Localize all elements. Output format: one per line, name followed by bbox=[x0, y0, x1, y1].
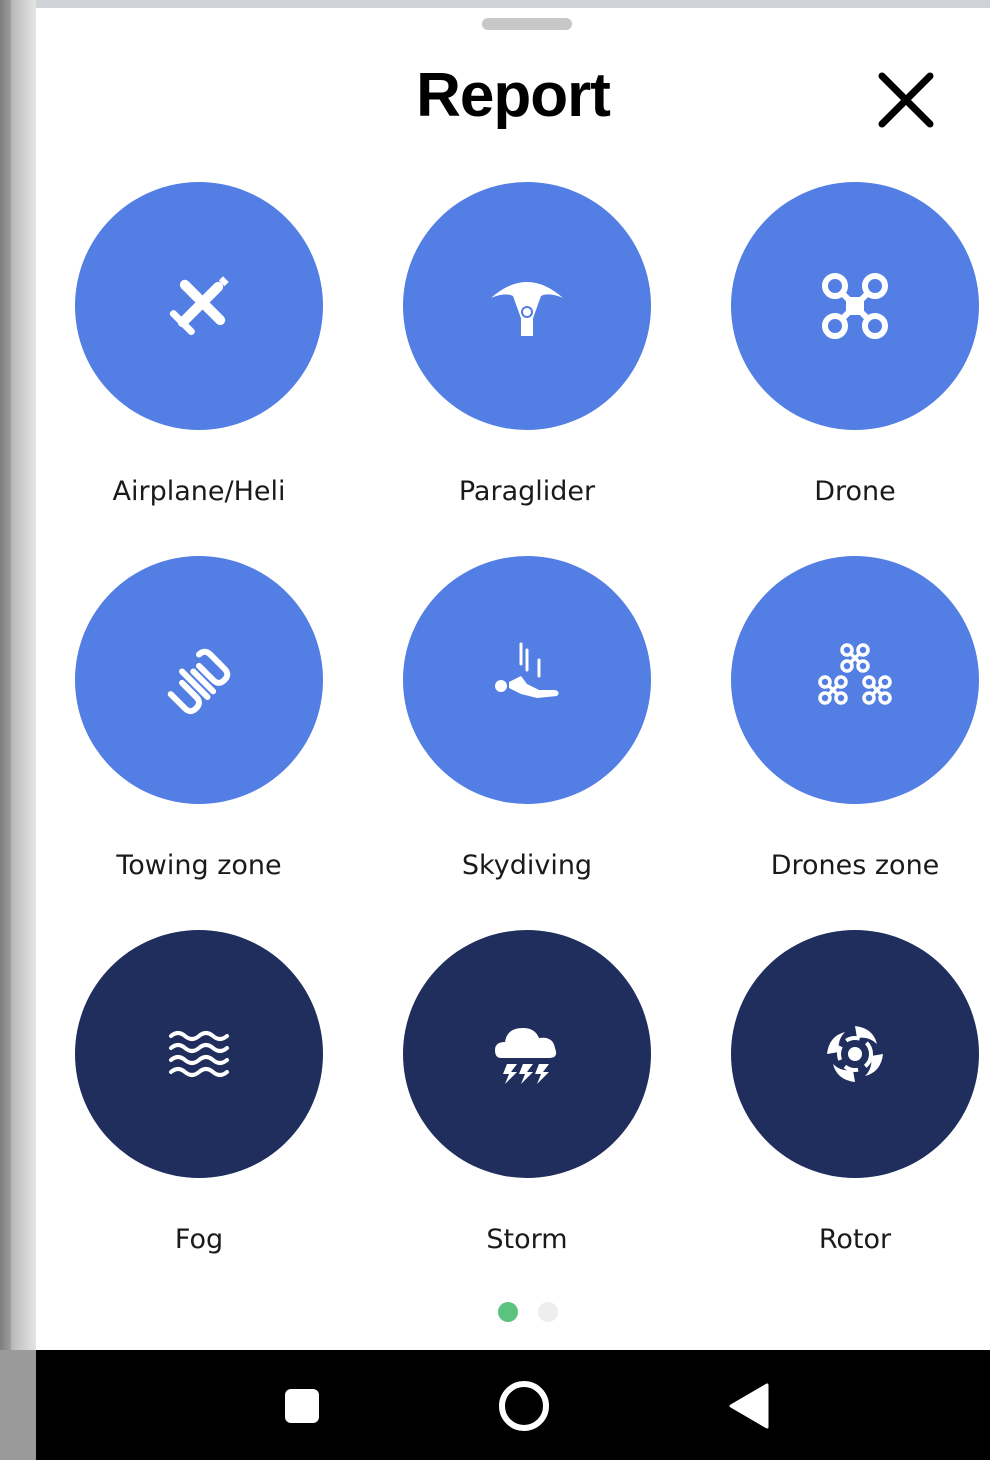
back-icon bbox=[729, 1383, 769, 1429]
airplane-icon bbox=[169, 276, 229, 336]
storm-label: Storm bbox=[486, 1224, 568, 1255]
rotor-label: Rotor bbox=[818, 1224, 892, 1255]
skydiving-icon bbox=[495, 642, 559, 698]
background-app-edge bbox=[0, 0, 36, 1350]
skydiving-button[interactable] bbox=[403, 556, 651, 804]
fog-icon bbox=[169, 1031, 229, 1077]
drone-icon bbox=[822, 273, 888, 339]
background-map-strip bbox=[36, 0, 990, 8]
skydiving-label: Skydiving bbox=[461, 850, 593, 881]
towing-icon bbox=[167, 648, 231, 715]
storm-button[interactable] bbox=[403, 930, 651, 1178]
paraglider-label: Paraglider bbox=[458, 476, 596, 507]
recents-icon bbox=[285, 1389, 319, 1423]
towing-zone-button[interactable] bbox=[75, 556, 323, 804]
report-option-storm: Storm bbox=[403, 930, 653, 1260]
report-option-towing-zone: Towing zone bbox=[75, 556, 325, 886]
report-bottom-sheet: Report Airplane/Heli Paraglider Drone To… bbox=[36, 8, 990, 1350]
towing-zone-label: Towing zone bbox=[116, 850, 282, 881]
recents-button[interactable] bbox=[274, 1378, 330, 1434]
storm-icon bbox=[495, 1028, 557, 1084]
home-icon bbox=[499, 1381, 549, 1431]
page-dot-active[interactable] bbox=[498, 1302, 518, 1322]
report-option-fog: Fog bbox=[75, 930, 325, 1260]
fog-label: Fog bbox=[174, 1224, 224, 1255]
paraglider-button[interactable] bbox=[403, 182, 651, 430]
report-option-drone: Drone bbox=[731, 182, 981, 512]
report-option-rotor: Rotor bbox=[731, 930, 981, 1260]
back-button[interactable] bbox=[720, 1378, 776, 1434]
drones-zone-label: Drones zone bbox=[770, 850, 940, 881]
drones-zone-button[interactable] bbox=[731, 556, 979, 804]
rotor-icon bbox=[827, 1026, 883, 1082]
paraglider-icon bbox=[491, 282, 563, 336]
drone-button[interactable] bbox=[731, 182, 979, 430]
report-option-paraglider: Paraglider bbox=[403, 182, 653, 512]
background-app-edge-bottom bbox=[0, 1350, 36, 1460]
report-option-airplane-heli: Airplane/Heli bbox=[75, 182, 325, 512]
drones-zone-icon bbox=[818, 643, 892, 705]
airplane-heli-label: Airplane/Heli bbox=[112, 476, 286, 507]
airplane-heli-button[interactable] bbox=[75, 182, 323, 430]
system-navigation-bar bbox=[36, 1350, 990, 1460]
page-dot[interactable] bbox=[538, 1302, 558, 1322]
report-option-skydiving: Skydiving bbox=[403, 556, 653, 886]
page-indicator bbox=[496, 1302, 566, 1324]
fog-button[interactable] bbox=[75, 930, 323, 1178]
home-button[interactable] bbox=[496, 1378, 552, 1434]
rotor-button[interactable] bbox=[731, 930, 979, 1178]
report-option-drones-zone: Drones zone bbox=[731, 556, 981, 886]
report-options-grid: Airplane/Heli Paraglider Drone Towing zo… bbox=[36, 8, 990, 1308]
drone-label: Drone bbox=[814, 476, 896, 507]
